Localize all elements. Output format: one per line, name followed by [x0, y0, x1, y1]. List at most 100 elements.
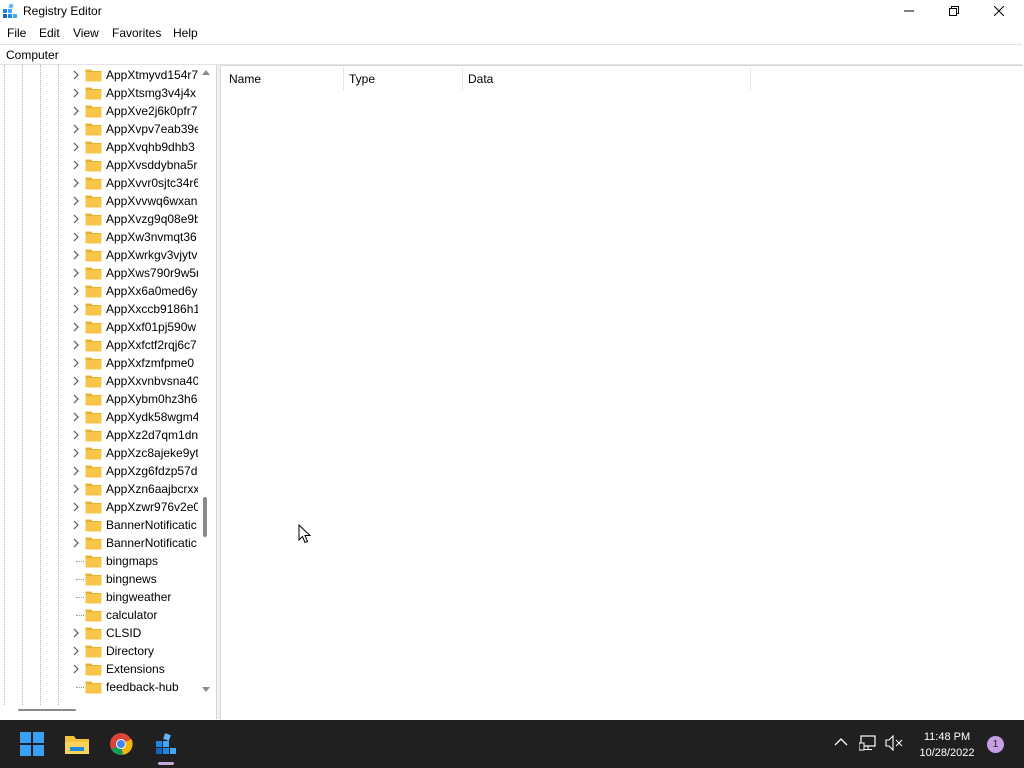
scroll-up-arrow-icon[interactable] — [202, 69, 210, 75]
scroll-down-arrow-icon[interactable] — [202, 687, 210, 693]
chevron-right-icon[interactable] — [72, 412, 80, 422]
folder-icon — [85, 591, 102, 604]
scroll-thumb[interactable] — [203, 497, 207, 537]
menu-help[interactable]: Help — [173, 26, 198, 40]
menu-favorites[interactable]: Favorites — [112, 26, 161, 40]
folder-icon — [85, 303, 102, 316]
chevron-right-icon[interactable] — [72, 628, 80, 638]
tree-node[interactable]: AppXtmyvd154r7 — [0, 66, 198, 84]
chevron-right-icon[interactable] — [72, 340, 80, 350]
tree-node[interactable]: AppXzg6fdzp57d — [0, 462, 198, 480]
tree-node[interactable]: AppXvsddybna5r — [0, 156, 198, 174]
column-divider[interactable] — [750, 68, 751, 90]
folder-icon — [85, 159, 102, 172]
chevron-right-icon[interactable] — [72, 178, 80, 188]
tree-node[interactable]: AppXvvwq6wxan — [0, 192, 198, 210]
file-explorer-button[interactable] — [57, 724, 97, 764]
tree-horizontal-scrollbar[interactable] — [0, 705, 216, 719]
tree-vertical-scrollbar[interactable] — [200, 65, 212, 705]
scroll-thumb[interactable] — [18, 709, 76, 711]
chevron-right-icon[interactable] — [72, 484, 80, 494]
tree-node[interactable]: calculator — [0, 606, 198, 624]
chevron-right-icon[interactable] — [72, 70, 80, 80]
tree-node[interactable]: AppXzc8ajeke9yt — [0, 444, 198, 462]
column-header-type[interactable]: Type — [344, 66, 462, 90]
chevron-up-icon[interactable] — [834, 735, 848, 749]
tree-node[interactable]: BannerNotificatic — [0, 516, 198, 534]
tree-node[interactable]: AppXxf01pj590w — [0, 318, 198, 336]
chevron-right-icon[interactable] — [72, 376, 80, 386]
registry-editor-taskbar-button[interactable] — [146, 724, 186, 764]
chevron-right-icon[interactable] — [72, 250, 80, 260]
tree-node[interactable]: AppXvpv7eab39e — [0, 120, 198, 138]
tree-node[interactable]: Directory — [0, 642, 198, 660]
minimize-button[interactable] — [886, 0, 932, 22]
chevron-right-icon[interactable] — [72, 286, 80, 296]
tree-node[interactable]: Extensions — [0, 660, 198, 678]
chevron-right-icon[interactable] — [72, 322, 80, 332]
chevron-right-icon[interactable] — [72, 160, 80, 170]
tree-node[interactable]: AppXx6a0med6y — [0, 282, 198, 300]
tree-node[interactable]: feedback-hub — [0, 678, 198, 696]
chevron-right-icon[interactable] — [72, 358, 80, 368]
chevron-right-icon[interactable] — [72, 538, 80, 548]
menu-view[interactable]: View — [73, 26, 99, 40]
tree-node[interactable]: AppXtsmg3v4j4x — [0, 84, 198, 102]
tree-node[interactable]: AppXzwr976v2e0 — [0, 498, 198, 516]
notification-badge[interactable]: 1 — [987, 736, 1004, 753]
column-header-name[interactable]: Name — [221, 66, 343, 90]
window-title: Registry Editor — [23, 4, 102, 18]
tree-node[interactable]: AppXvzg9q08e9b — [0, 210, 198, 228]
tree-node[interactable]: AppXvqhb9dhb3 — [0, 138, 198, 156]
menu-file[interactable]: File — [7, 26, 26, 40]
chevron-right-icon[interactable] — [72, 448, 80, 458]
chevron-right-icon[interactable] — [72, 304, 80, 314]
address-bar[interactable]: Computer — [0, 44, 1022, 65]
chevron-right-icon[interactable] — [72, 520, 80, 530]
tree-node[interactable]: AppXve2j6k0pfr7 — [0, 102, 198, 120]
tree-node[interactable]: bingnews — [0, 570, 198, 588]
folder-icon — [85, 393, 102, 406]
tree-node[interactable]: AppXwrkgv3vjytv — [0, 246, 198, 264]
tree-node[interactable]: AppXxccb9186h1 — [0, 300, 198, 318]
tree-node[interactable]: bingmaps — [0, 552, 198, 570]
chevron-right-icon[interactable] — [72, 232, 80, 242]
network-icon[interactable] — [859, 735, 877, 751]
tree-node[interactable]: AppXws790r9w5r — [0, 264, 198, 282]
start-button[interactable] — [12, 724, 52, 764]
tree-node[interactable]: bingweather — [0, 588, 198, 606]
chevron-right-icon[interactable] — [72, 502, 80, 512]
chevron-right-icon[interactable] — [72, 214, 80, 224]
tree-node[interactable]: AppXybm0hz3h6 — [0, 390, 198, 408]
close-button[interactable] — [976, 0, 1022, 22]
chevron-right-icon[interactable] — [72, 142, 80, 152]
tree-node[interactable]: CLSID — [0, 624, 198, 642]
chevron-right-icon[interactable] — [72, 124, 80, 134]
tree-node[interactable]: AppXvvr0sjtc34r6 — [0, 174, 198, 192]
chrome-button[interactable] — [101, 724, 141, 764]
chevron-right-icon[interactable] — [72, 88, 80, 98]
chevron-right-icon[interactable] — [72, 394, 80, 404]
tree-node[interactable]: AppXxfctf2rqj6c7 — [0, 336, 198, 354]
tree-node[interactable]: BannerNotificatic — [0, 534, 198, 552]
tree-node[interactable]: AppXzn6aajbcrxx — [0, 480, 198, 498]
folder-icon — [85, 537, 102, 550]
menu-edit[interactable]: Edit — [39, 26, 60, 40]
chevron-right-icon[interactable] — [72, 430, 80, 440]
tree-node[interactable]: AppXxfzmfpme0 — [0, 354, 198, 372]
tree-node[interactable]: AppXz2d7qm1dn — [0, 426, 198, 444]
tree-node[interactable]: AppXw3nvmqt36 — [0, 228, 198, 246]
tree-node[interactable]: AppXxvnbvsna40 — [0, 372, 198, 390]
volume-muted-icon[interactable] — [885, 735, 903, 751]
values-list-pane[interactable]: Name Type Data — [220, 65, 1023, 721]
chevron-right-icon[interactable] — [72, 268, 80, 278]
restore-button[interactable] — [931, 0, 977, 22]
system-clock[interactable]: 11:48 PM 10/28/2022 — [912, 729, 982, 761]
chevron-right-icon[interactable] — [72, 196, 80, 206]
chevron-right-icon[interactable] — [72, 646, 80, 656]
chevron-right-icon[interactable] — [72, 106, 80, 116]
chevron-right-icon[interactable] — [72, 466, 80, 476]
chevron-right-icon[interactable] — [72, 664, 80, 674]
column-header-data[interactable]: Data — [463, 66, 750, 90]
tree-node[interactable]: AppXydk58wgm4 — [0, 408, 198, 426]
